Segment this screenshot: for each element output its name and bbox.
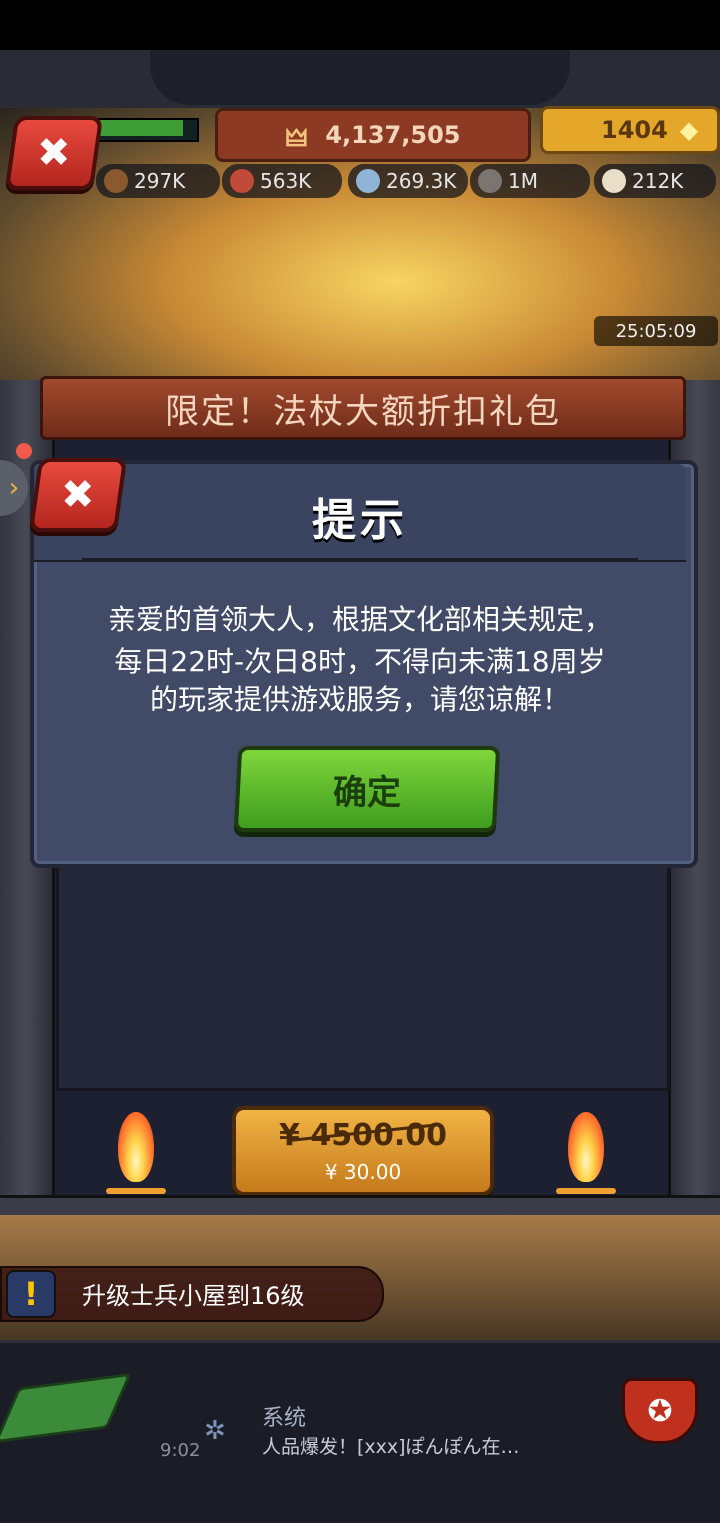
top-close-button[interactable]: ✖ [4, 116, 104, 190]
chat-channel: 系统 [262, 1406, 307, 1431]
guild-shield-button[interactable]: ✪ [622, 1378, 698, 1444]
gem-value: 1404 [601, 116, 668, 144]
dialog-close-button[interactable]: ✖ [28, 458, 128, 532]
current-price: ¥ 30.00 [324, 1160, 402, 1184]
close-icon: ✖ [61, 472, 95, 518]
original-price: ¥ 4500.00 [279, 1118, 447, 1153]
offer-banner: 限定！法杖大额折扣礼包 [40, 376, 686, 440]
confirm-button[interactable]: 确定 [233, 746, 501, 832]
resource-value: 269.3K [386, 169, 457, 193]
chat-time: 9:02 [160, 1440, 201, 1461]
trophy-value: 4,137,505 [325, 121, 461, 149]
torch-flame-icon [118, 1112, 154, 1182]
dialog-divider [82, 558, 638, 560]
meat-icon [230, 169, 254, 193]
resource-stone: 1M [470, 164, 590, 198]
stone-icon [478, 169, 502, 193]
close-icon: ✖ [37, 130, 71, 176]
star-icon: ✪ [647, 1393, 673, 1429]
torch-base [106, 1188, 166, 1194]
resource-value: 1M [508, 169, 538, 193]
xp-bar-fill [92, 120, 183, 136]
water-drop-icon [356, 169, 380, 193]
dialog-message-line: 的玩家提供游戏服务，请您谅解！ [149, 683, 570, 716]
resource-meat: 563K [222, 164, 342, 198]
top-frame-arch [150, 50, 570, 105]
torch-base [556, 1188, 616, 1194]
resource-value: 563K [260, 169, 312, 193]
bone-icon [602, 169, 626, 193]
resource-value: 297K [134, 169, 186, 193]
trophy-counter: 🜲 4,137,505 [215, 108, 531, 162]
dialog-message-line: 每日22时-次日8时，不得向未满18周岁 [114, 645, 606, 678]
confirm-label: 确定 [333, 772, 401, 813]
phoenix-emblem-icon: 🜲 [285, 124, 308, 152]
gear-icon[interactable]: ✲ [204, 1416, 226, 1446]
status-bar [0, 0, 720, 50]
resource-wood: 297K [96, 164, 220, 198]
gem-counter[interactable]: 1404 ◆ [540, 106, 720, 154]
quest-alert-icon: ! [6, 1270, 56, 1318]
chat-message[interactable]: 人品爆发！[xxx]ぽんぽん在… [262, 1432, 520, 1459]
gem-icon: ◆ [679, 116, 699, 144]
notification-dot [16, 443, 32, 459]
shop-content-area [56, 860, 670, 1091]
torch-flame-icon [568, 1112, 604, 1182]
wood-icon [104, 169, 128, 193]
quest-text: 升级士兵小屋到16级 [82, 1282, 305, 1310]
resource-value: 212K [632, 169, 684, 193]
resource-water: 269.3K [348, 164, 468, 198]
event-timer: 25:05:09 [594, 316, 718, 346]
resource-bone: 212K [594, 164, 716, 198]
dialog-message-line: 亲爱的首领大人，根据文化部相关规定， [107, 603, 612, 636]
